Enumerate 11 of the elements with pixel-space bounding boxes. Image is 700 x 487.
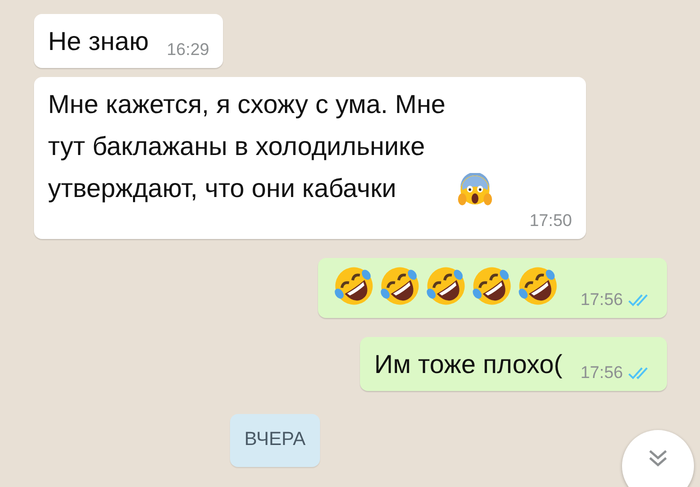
double-chevron-down-icon (647, 448, 669, 468)
message-time: 16:29 (166, 39, 210, 61)
scroll-down-button[interactable] (622, 430, 694, 487)
message-time: 17:50 (529, 210, 572, 232)
date-chip: ВЧЕРА (230, 414, 320, 466)
screaming-face-icon (458, 173, 492, 207)
message-text: Им тоже плохо( (374, 348, 562, 381)
message-text: Мне кажется, я схожу с ума. Мне тут баклажаны в холодильнике утверждают, что они кабачки (48, 88, 447, 205)
message-text: Не знаю (48, 25, 149, 58)
message-time: 17:56 (580, 362, 623, 384)
message-time: 17:56 (580, 289, 623, 311)
